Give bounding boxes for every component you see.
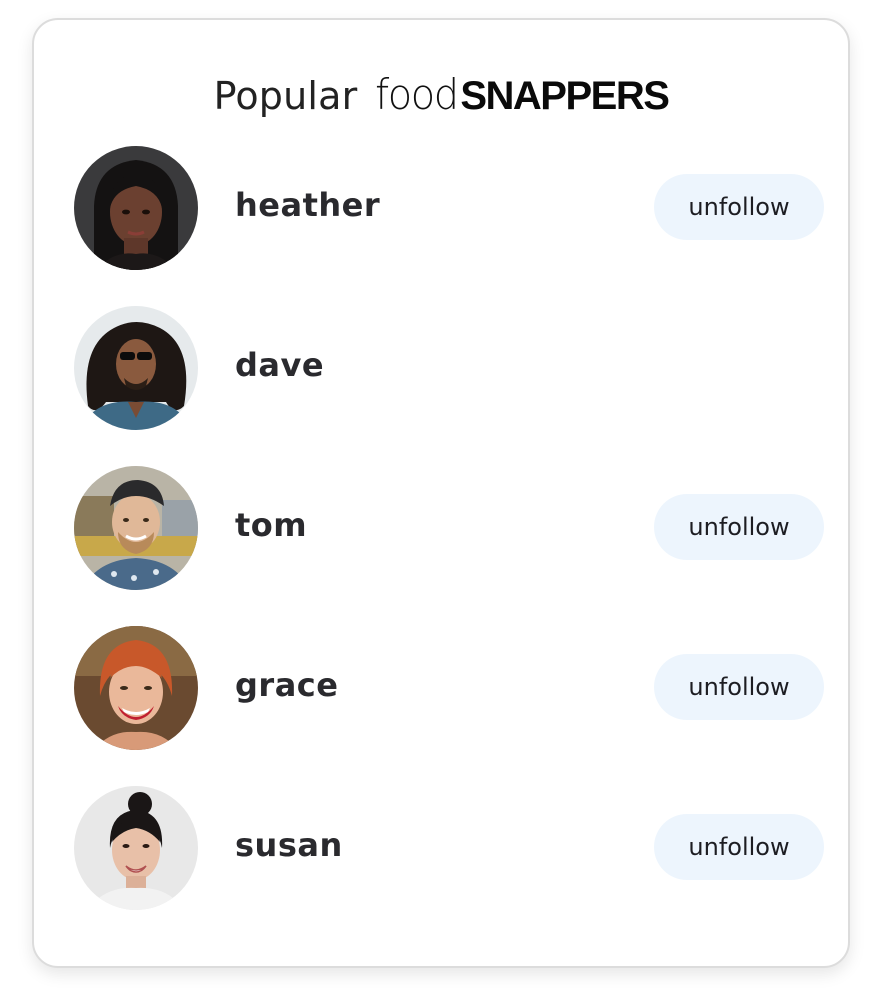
unfollow-button[interactable]: unfollow	[654, 494, 824, 560]
unfollow-button[interactable]: unfollow	[654, 654, 824, 720]
grace-avatar-photo[interactable]	[74, 626, 198, 750]
username[interactable]: tom	[235, 506, 307, 544]
user-row: susan unfollow	[74, 786, 826, 912]
unfollow-button[interactable]: unfollow	[654, 814, 824, 880]
username[interactable]: grace	[235, 666, 338, 704]
heather-avatar-photo[interactable]	[74, 146, 198, 270]
user-row: dave	[74, 306, 826, 432]
unfollow-button[interactable]: unfollow	[654, 174, 824, 240]
logo-bold-text: SNAPPERS	[460, 74, 670, 118]
logo-light-text: food	[375, 70, 460, 119]
username[interactable]: dave	[235, 346, 324, 384]
username[interactable]: heather	[235, 186, 380, 224]
popular-users-card: Popular food SNAPPERS heather unfollow d…	[32, 18, 850, 968]
header-title: Popular	[213, 74, 358, 118]
user-row: heather unfollow	[74, 146, 826, 272]
foodsnappers-logo: food SNAPPERS	[373, 70, 670, 119]
tom-avatar-photo[interactable]	[74, 466, 198, 590]
card-header: Popular food SNAPPERS	[34, 70, 848, 126]
user-row: grace unfollow	[74, 626, 826, 752]
susan-avatar-photo[interactable]	[74, 786, 198, 910]
dave-avatar-photo[interactable]	[74, 306, 198, 430]
user-row: tom unfollow	[74, 466, 826, 592]
username[interactable]: susan	[235, 826, 343, 864]
